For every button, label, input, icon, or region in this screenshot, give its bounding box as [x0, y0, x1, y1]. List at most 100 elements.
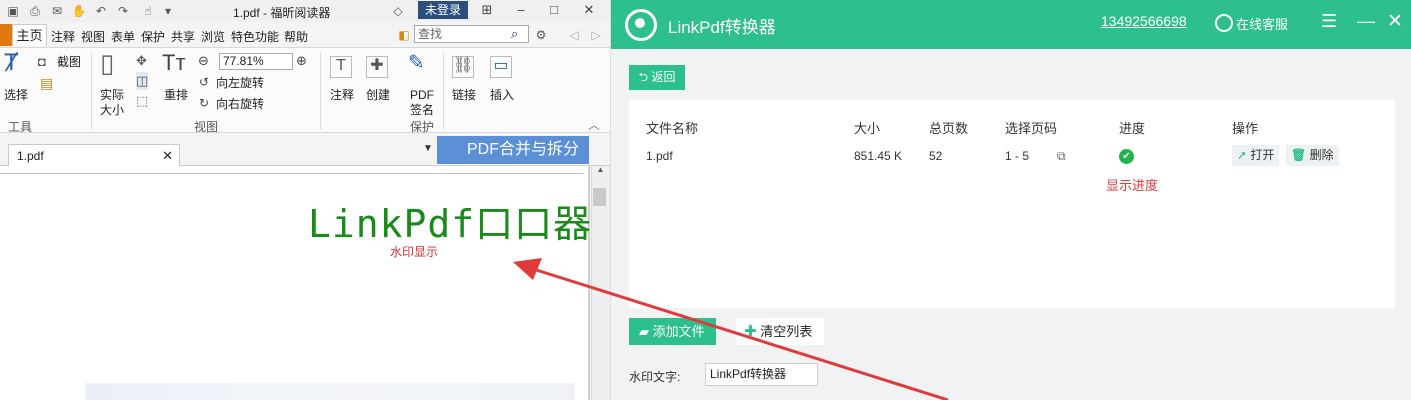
camera-icon[interactable]: ◘ [38, 53, 46, 71]
insert-tool-label[interactable]: 插入 [490, 88, 514, 102]
menu-view[interactable]: 视图 [81, 28, 105, 45]
phone-link[interactable]: 13492566698 [1101, 13, 1187, 29]
fit-width-icon[interactable]: ◫ [136, 72, 149, 90]
screenshot-label[interactable]: 截图 [57, 55, 81, 69]
file-list-panel: 文件名称 大小 总页数 选择页码 进度 操作 1.pdf 851.45 K 52… [629, 100, 1395, 308]
hand-icon[interactable]: ✋ [71, 3, 87, 19]
comment-tool-label[interactable]: 注释 [330, 88, 354, 102]
actual-size-label-1[interactable]: 实际 [100, 88, 124, 102]
progress-caption: 显示进度 [1106, 178, 1159, 193]
ribbon-toolbar: Ⱦ 选择 ◘ 截图 ▤ 工具 ▯ 实际 大小 ✥ ◫ ⬚ Tт 重排 ⊖ 77.… [0, 47, 610, 134]
scroll-up-icon[interactable]: ▲ [591, 166, 610, 174]
tools-group-label: 工具 [8, 120, 33, 134]
close-icon[interactable]: ✕ [1387, 10, 1403, 33]
foxit-reader-window: ▣ ⎙ ✉ ✋ ↶ ↷ ☝ ▾ 1.pdf - 福昕阅读器 ◇ 未登录 ⊞ – … [0, 0, 610, 400]
search-icon[interactable]: ⌕ [511, 26, 518, 42]
zoom-level-input[interactable]: 77.81% [219, 53, 293, 70]
menu-icon[interactable]: ☰ [1321, 11, 1337, 32]
clipboard-icon[interactable]: ▤ [40, 74, 53, 92]
redo-icon[interactable]: ↷ [115, 3, 131, 19]
pdf-sign-label-2[interactable]: 签名 [410, 103, 434, 117]
col-total-pages: 总页数 [929, 121, 969, 136]
menu-features[interactable]: 特色功能 [231, 28, 279, 45]
document-tab[interactable]: 1.pdf ✕ [8, 144, 180, 166]
reflow-icon[interactable]: Tт [162, 52, 186, 74]
fit-visible-icon[interactable]: ⬚ [136, 92, 148, 110]
login-button[interactable]: 未登录 [418, 1, 468, 19]
merge-split-button[interactable]: PDF合并与拆分 [437, 136, 589, 164]
customize-icon[interactable]: ▾ [160, 3, 176, 19]
col-progress: 进度 [1119, 121, 1146, 136]
rotate-left-label[interactable]: 向左旋转 [216, 76, 264, 90]
add-file-label: 添加文件 [652, 324, 705, 339]
actual-size-icon[interactable]: ▯ [100, 50, 114, 76]
separator [320, 52, 321, 130]
link-tool-label[interactable]: 链接 [452, 88, 476, 102]
back-nav-icon[interactable]: ◁ [566, 27, 582, 43]
open-button[interactable]: ➚ 打开 [1232, 145, 1280, 166]
select-tool-icon[interactable]: Ⱦ [4, 51, 19, 75]
select-tool-label[interactable]: 选择 [4, 88, 28, 102]
close-tab-icon[interactable]: ✕ [162, 148, 173, 164]
undo-icon[interactable]: ↶ [93, 3, 109, 19]
find-tool-icon[interactable]: ◧ [396, 27, 412, 43]
clear-list-button[interactable]: ✚ 清空列表 [736, 318, 824, 345]
menu-form[interactable]: 表单 [111, 28, 135, 45]
plus-icon: ✚ [744, 323, 757, 340]
note-icon[interactable]: ◇ [390, 3, 406, 19]
actual-size-label-2[interactable]: 大小 [100, 103, 124, 117]
tab-list-icon[interactable]: ▼ [423, 143, 433, 154]
page-range-edit-icon[interactable]: ⧉ [1057, 149, 1066, 164]
minimize-icon[interactable]: – [512, 2, 530, 17]
zoom-in-icon[interactable]: ⊕ [296, 52, 307, 70]
menu-browse[interactable]: 浏览 [201, 28, 225, 45]
grid-icon[interactable]: ⊞ [478, 2, 496, 18]
print-icon[interactable]: ⎙ [27, 3, 43, 19]
pdf-sign-icon[interactable]: ✎ [408, 53, 425, 73]
delete-label: 删除 [1309, 148, 1334, 162]
email-icon[interactable]: ✉ [49, 3, 65, 19]
add-file-button[interactable]: ▰ 添加文件 [629, 318, 716, 345]
link-tool-icon[interactable]: ⛓ [452, 56, 474, 78]
menu-comment[interactable]: 注释 [51, 28, 75, 45]
forward-nav-icon[interactable]: ▷ [588, 27, 604, 43]
create-tool-label[interactable]: 创建 [366, 88, 390, 102]
app-header: LinkPdf转换器 13492566698 在线客服 ☰ — ✕ [611, 0, 1411, 49]
rotate-right-label[interactable]: 向右旋转 [216, 97, 264, 111]
zoom-out-icon[interactable]: ⊖ [198, 52, 209, 70]
back-arrow-icon: ⮌ [638, 70, 649, 84]
menu-share[interactable]: 共享 [171, 28, 195, 45]
support-icon[interactable] [1215, 14, 1233, 32]
comment-tool-icon[interactable]: T [330, 56, 352, 78]
pointer-icon[interactable]: ☝ [140, 3, 156, 19]
menu-help[interactable]: 帮助 [284, 28, 308, 45]
minimize-icon[interactable]: — [1357, 11, 1375, 32]
rotate-left-icon[interactable]: ↺ [199, 73, 209, 91]
pdf-sign-label-1[interactable]: PDF [410, 88, 434, 102]
rotate-right-icon[interactable]: ↻ [199, 94, 209, 112]
back-button[interactable]: ⮌ 返回 [629, 65, 685, 90]
collapse-ribbon-icon[interactable]: ︿ [588, 118, 600, 132]
settings-icon[interactable]: ⚙ [533, 27, 549, 43]
menu-protect[interactable]: 保护 [141, 28, 165, 45]
open-icon: ➚ [1237, 148, 1248, 162]
reflow-label[interactable]: 重排 [164, 88, 188, 102]
app-logo-icon: ▣ [7, 4, 19, 18]
watermark-text-input[interactable]: LinkPdf转换器 [705, 363, 818, 386]
protect-group-label: 保护 [410, 120, 435, 134]
row-page-range[interactable]: 1 - 5 [1005, 149, 1029, 163]
menu-home[interactable]: 主页 [12, 24, 47, 46]
row-file-name: 1.pdf [646, 149, 673, 163]
fit-page-icon[interactable]: ✥ [136, 52, 147, 70]
create-tool-icon[interactable]: ✚ [366, 56, 388, 78]
document-tab-label[interactable]: 1.pdf [17, 149, 44, 163]
col-page-range: 选择页码 [1005, 121, 1058, 136]
close-icon[interactable]: ✕ [580, 2, 598, 18]
online-support-link[interactable]: 在线客服 [1236, 14, 1288, 33]
delete-button[interactable]: 🗑 删除 [1286, 145, 1339, 166]
title-bar: ▣ ⎙ ✉ ✋ ↶ ↷ ☝ ▾ 1.pdf - 福昕阅读器 ◇ 未登录 ⊞ – … [0, 0, 610, 22]
watermark-caption: 水印显示 [390, 245, 439, 259]
maximize-icon[interactable]: □ [545, 2, 563, 17]
scrollbar-thumb[interactable] [593, 188, 606, 206]
insert-tool-icon[interactable]: ▭ [490, 56, 512, 78]
